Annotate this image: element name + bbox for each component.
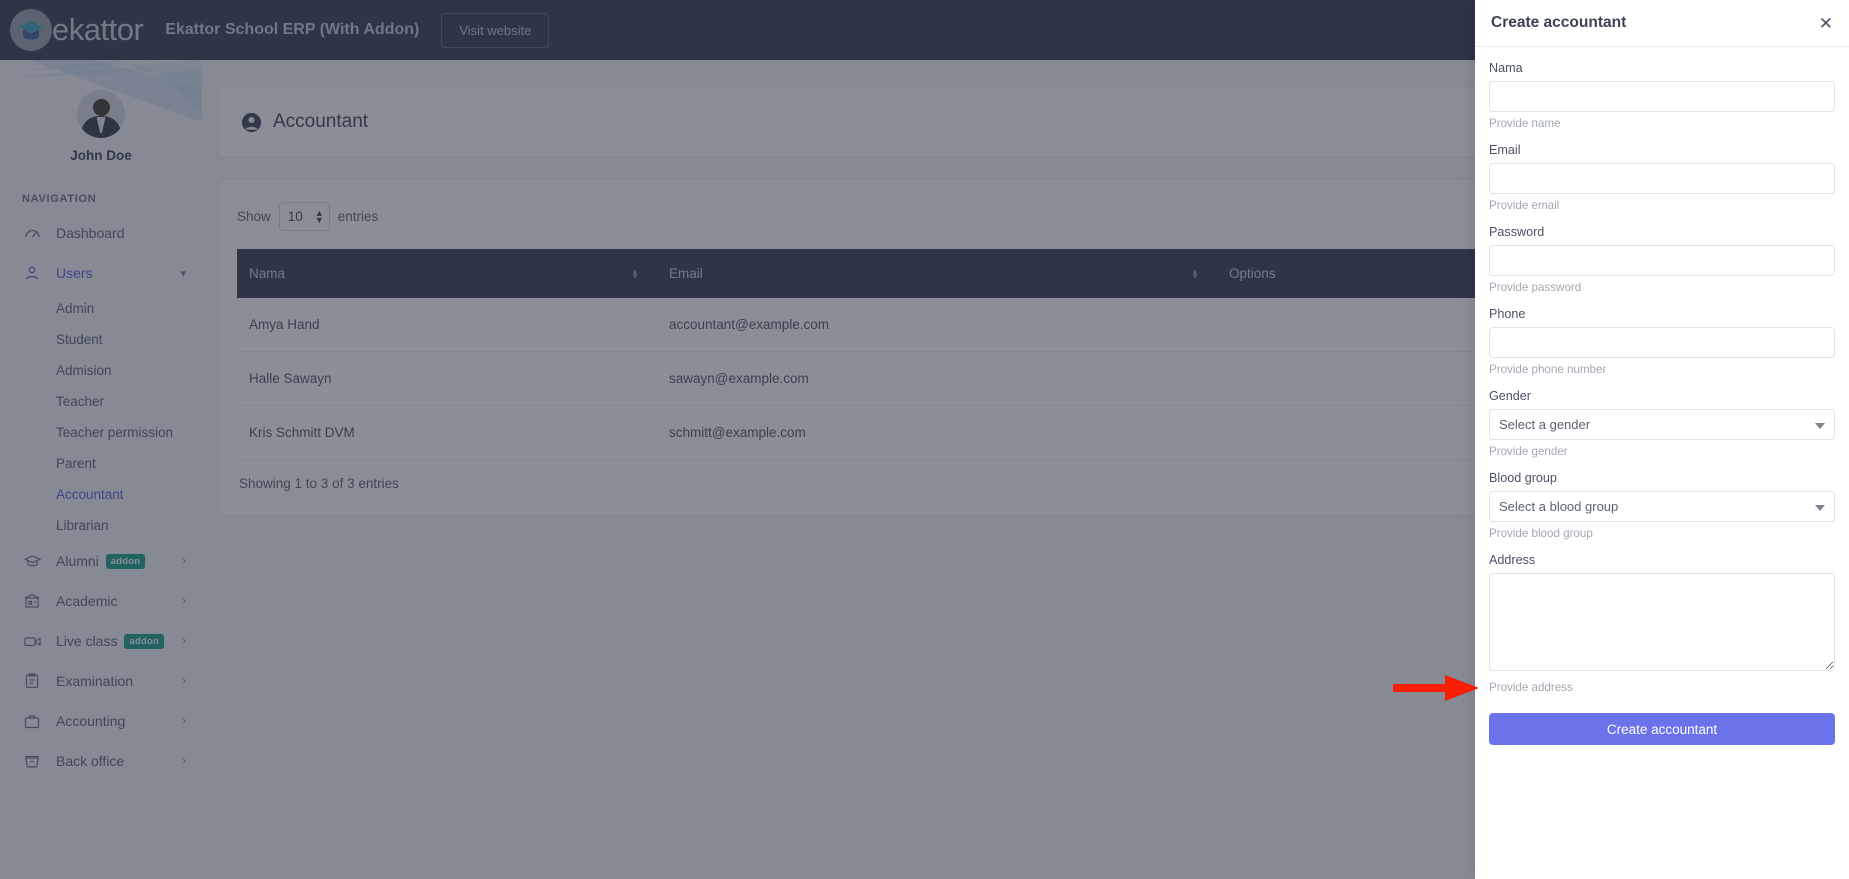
- blood-group-select[interactable]: Select a blood group A+ A- B+ B- AB+ AB-…: [1489, 491, 1835, 522]
- field-blood-group: Blood group Select a blood group A+ A- B…: [1489, 471, 1835, 540]
- field-password: Password Provide password: [1489, 225, 1835, 294]
- field-email: Email Provide email: [1489, 143, 1835, 212]
- field-label-nama: Nama: [1489, 61, 1523, 75]
- close-icon[interactable]: ✕: [1819, 15, 1833, 32]
- password-input[interactable]: [1489, 245, 1835, 276]
- field-help-gender: Provide gender: [1489, 445, 1568, 458]
- email-input[interactable]: [1489, 163, 1835, 194]
- field-phone: Phone Provide phone number: [1489, 307, 1835, 376]
- panel-body: Nama Provide name Email Provide email Pa…: [1475, 47, 1849, 879]
- field-gender: Gender Select a gender Male Female Other…: [1489, 389, 1835, 458]
- field-help-password: Provide password: [1489, 281, 1582, 294]
- field-label-gender: Gender: [1489, 389, 1532, 403]
- phone-input[interactable]: [1489, 327, 1835, 358]
- field-help-address: Provide address: [1489, 681, 1573, 694]
- field-label-address: Address: [1489, 553, 1536, 567]
- gender-select[interactable]: Select a gender Male Female Other: [1489, 409, 1835, 440]
- field-nama: Nama Provide name: [1489, 61, 1835, 130]
- field-label-blood-group: Blood group: [1489, 471, 1557, 485]
- create-accountant-submit-button[interactable]: Create accountant: [1489, 713, 1835, 745]
- panel-header: Create accountant ✕: [1475, 0, 1849, 47]
- field-help-nama: Provide name: [1489, 117, 1561, 130]
- field-label-password: Password: [1489, 225, 1545, 239]
- field-help-phone: Provide phone number: [1489, 363, 1607, 376]
- create-accountant-panel: Create accountant ✕ Nama Provide name Em…: [1475, 0, 1849, 879]
- field-help-blood-group: Provide blood group: [1489, 527, 1593, 540]
- address-textarea[interactable]: [1489, 573, 1835, 671]
- field-help-email: Provide email: [1489, 199, 1560, 212]
- nama-input[interactable]: [1489, 81, 1835, 112]
- field-address: Address Provide address: [1489, 553, 1835, 694]
- field-label-phone: Phone: [1489, 307, 1526, 321]
- panel-title: Create accountant: [1491, 14, 1627, 31]
- field-label-email: Email: [1489, 143, 1521, 157]
